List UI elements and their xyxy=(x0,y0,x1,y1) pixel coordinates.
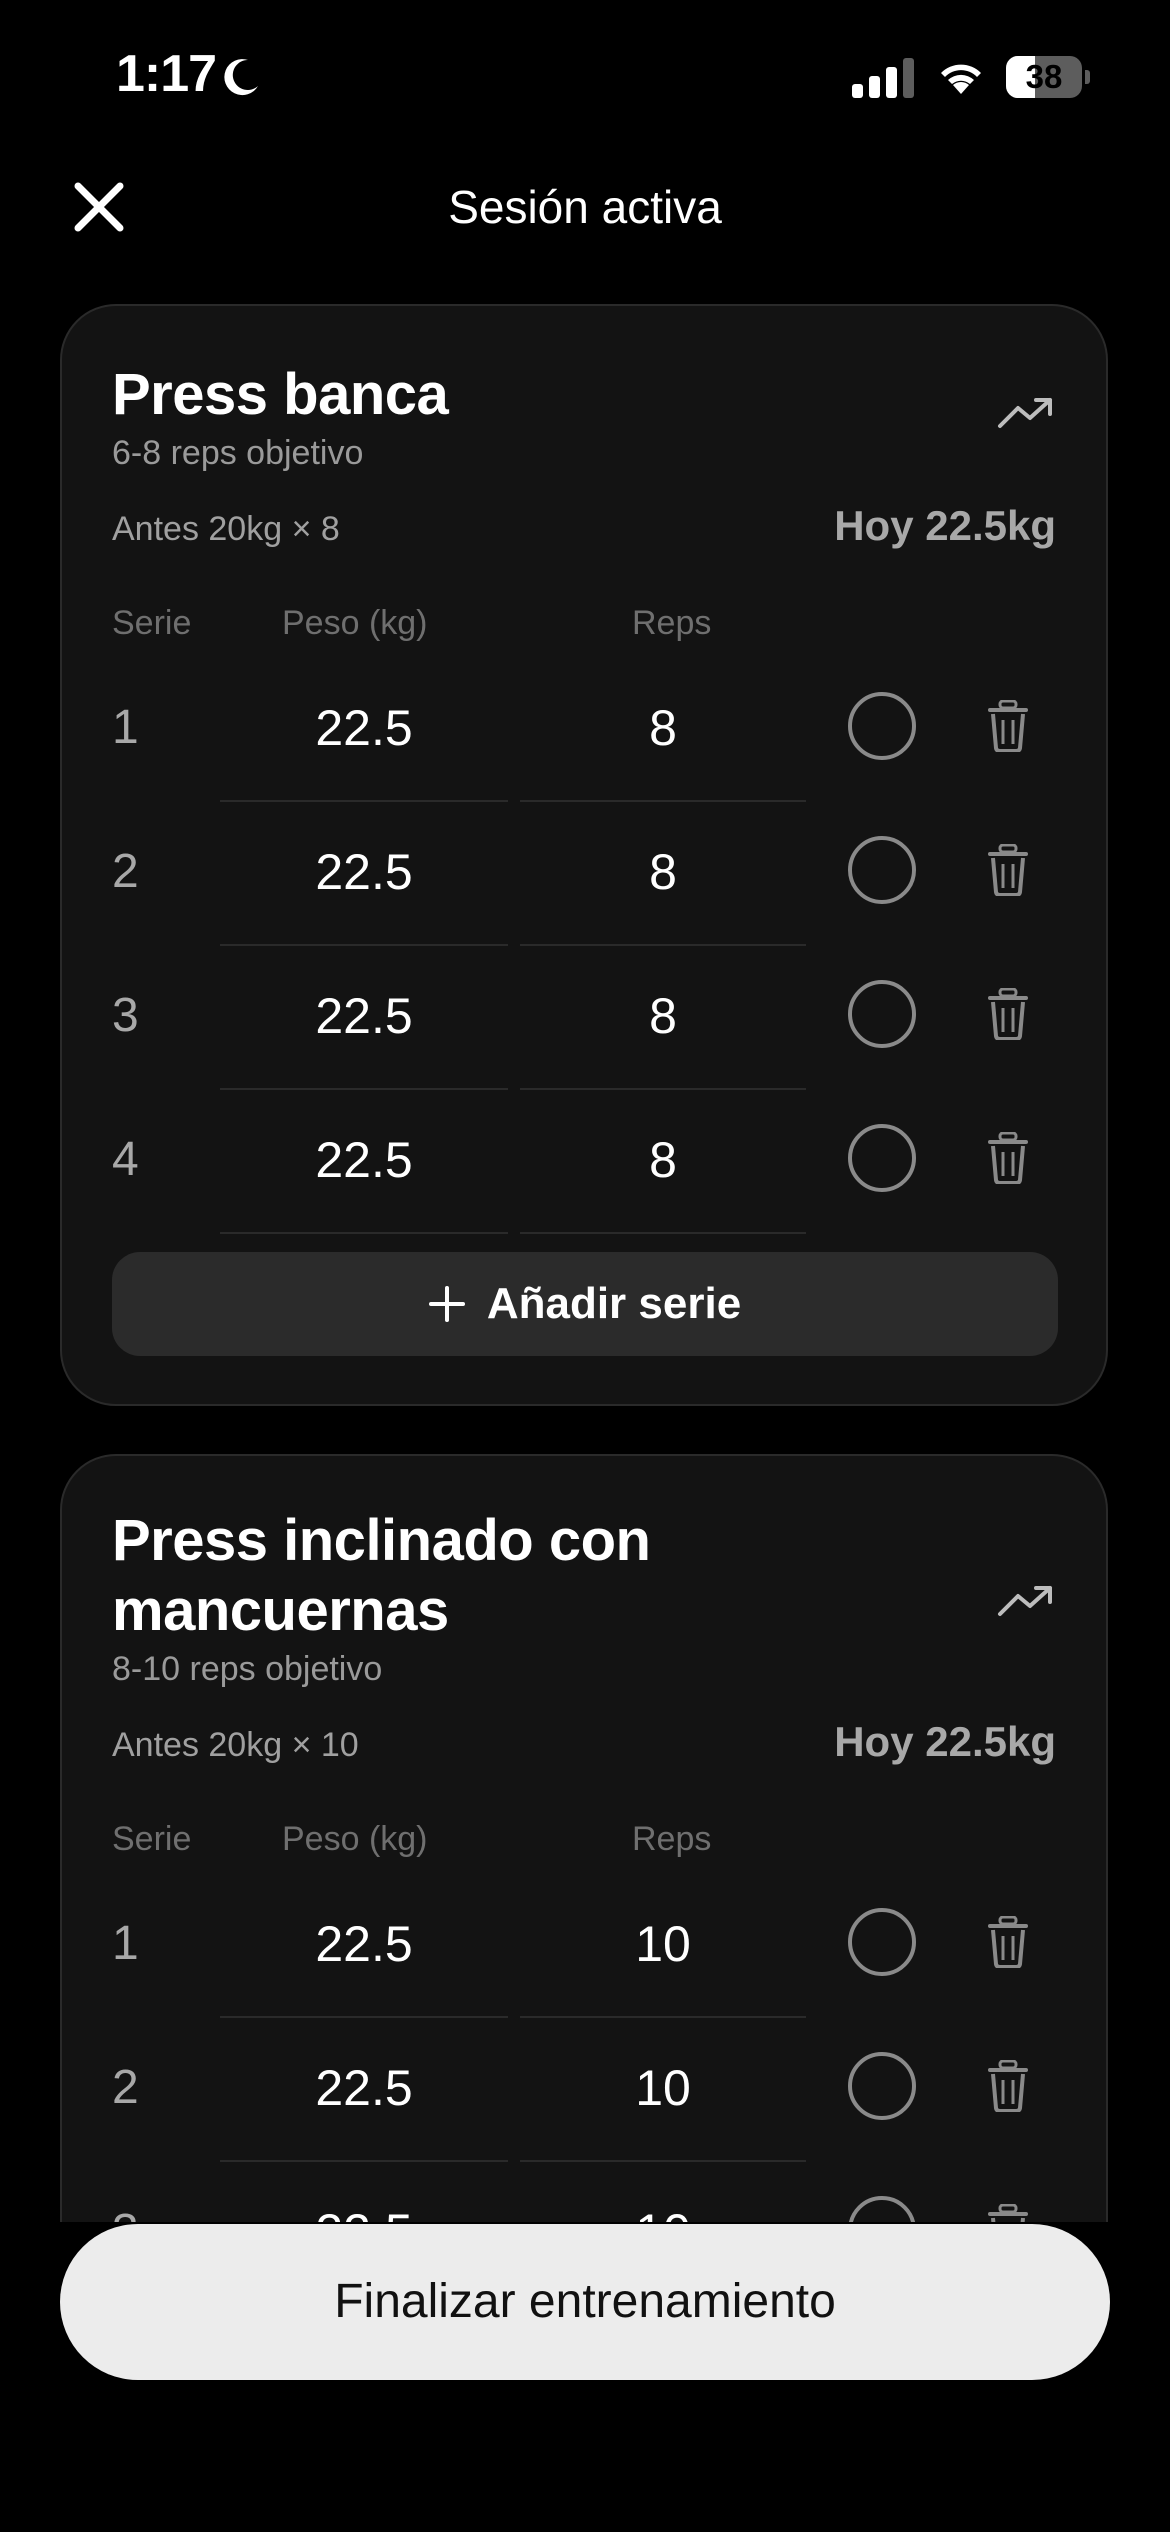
weight-input[interactable]: 22.5 xyxy=(220,658,508,802)
column-header-weight: Peso (kg) xyxy=(282,1820,428,1858)
weight-input[interactable]: 22.5 xyxy=(220,946,508,1090)
set-number: 4 xyxy=(112,1133,139,1186)
set-number: 1 xyxy=(112,1917,139,1970)
column-header-reps: Reps xyxy=(632,604,712,642)
weight-input[interactable]: 22.5 xyxy=(220,802,508,946)
plus-icon xyxy=(428,1286,465,1322)
weight-input[interactable]: 22.5 xyxy=(220,2018,508,2162)
status-bar: 1:17 38 xyxy=(0,0,1170,150)
reps-input[interactable]: 8 xyxy=(520,802,806,946)
set-row: 3 22.5 10 xyxy=(62,2162,1106,2222)
complete-set-checkbox[interactable] xyxy=(848,1124,916,1192)
nav-header: Sesión activa xyxy=(0,160,1170,250)
set-number: 3 xyxy=(112,2204,139,2222)
set-row: 3 22.5 8 xyxy=(62,946,1106,1090)
trash-icon[interactable] xyxy=(986,844,1030,896)
exercise-card: Press inclinado con mancuernas 8-10 reps… xyxy=(60,1454,1108,2222)
complete-set-checkbox[interactable] xyxy=(848,2196,916,2222)
finish-workout-button[interactable]: Finalizar entrenamiento xyxy=(60,2224,1110,2380)
page-title: Sesión activa xyxy=(448,181,722,233)
trash-icon[interactable] xyxy=(986,2060,1030,2112)
trending-up-icon[interactable] xyxy=(996,392,1056,432)
set-number: 2 xyxy=(112,2061,139,2114)
complete-set-checkbox[interactable] xyxy=(848,836,916,904)
today-weight: Hoy 22.5kg xyxy=(834,1718,1056,1765)
trash-icon[interactable] xyxy=(986,1132,1030,1184)
add-set-label: Añadir serie xyxy=(486,1279,742,1328)
set-number: 2 xyxy=(112,845,139,898)
trending-up-icon[interactable] xyxy=(996,1580,1056,1620)
complete-set-checkbox[interactable] xyxy=(848,1908,916,1976)
complete-set-checkbox[interactable] xyxy=(848,980,916,1048)
set-row: 2 22.5 8 xyxy=(62,802,1106,946)
reps-input[interactable]: 8 xyxy=(520,1090,806,1234)
reps-input[interactable]: 8 xyxy=(520,658,806,802)
weight-input[interactable]: 22.5 xyxy=(220,1874,508,2018)
reps-input[interactable]: 10 xyxy=(520,2018,806,2162)
cellular-signal-icon xyxy=(852,58,914,98)
exercise-title: Press inclinado con mancuernas xyxy=(112,1508,651,1643)
wifi-icon xyxy=(941,64,981,94)
battery-indicator: 38 xyxy=(1006,56,1090,98)
exercise-title: Press banca xyxy=(112,362,449,427)
reps-input[interactable]: 10 xyxy=(520,2162,806,2222)
set-number: 1 xyxy=(112,701,139,754)
column-header-reps: Reps xyxy=(632,1820,712,1858)
set-row: 1 22.5 10 xyxy=(62,1874,1106,2018)
column-header-weight: Peso (kg) xyxy=(282,604,428,642)
status-time: 1:17 xyxy=(116,45,217,103)
column-header-set: Serie xyxy=(112,1820,192,1858)
complete-set-checkbox[interactable] xyxy=(848,2052,916,2120)
trash-icon[interactable] xyxy=(986,988,1030,1040)
reps-input[interactable]: 10 xyxy=(520,1874,806,2018)
previous-performance: Antes 20kg × 8 xyxy=(112,510,340,548)
exercise-target: 8-10 reps objetivo xyxy=(112,1650,383,1688)
set-row: 4 22.5 8 xyxy=(62,1090,1106,1234)
battery-level-text: 38 xyxy=(1025,58,1063,95)
set-number: 3 xyxy=(112,989,139,1042)
weight-input[interactable]: 22.5 xyxy=(220,2162,508,2222)
weight-input[interactable]: 22.5 xyxy=(220,1090,508,1234)
add-set-button[interactable]: Añadir serie xyxy=(112,1252,1058,1356)
moon-icon xyxy=(224,59,258,96)
previous-performance: Antes 20kg × 10 xyxy=(112,1726,359,1764)
set-row: 1 22.5 8 xyxy=(62,658,1106,802)
trash-icon[interactable] xyxy=(986,2204,1030,2222)
trash-icon[interactable] xyxy=(986,1916,1030,1968)
exercise-card: Press banca 6-8 reps objetivo Antes 20kg… xyxy=(60,304,1108,1406)
trash-icon[interactable] xyxy=(986,700,1030,752)
exercise-target: 6-8 reps objetivo xyxy=(112,434,364,472)
set-row: 2 22.5 10 xyxy=(62,2018,1106,2162)
today-weight: Hoy 22.5kg xyxy=(834,502,1056,549)
column-header-set: Serie xyxy=(112,604,192,642)
complete-set-checkbox[interactable] xyxy=(848,692,916,760)
reps-input[interactable]: 8 xyxy=(520,946,806,1090)
exercise-list[interactable]: Press banca 6-8 reps objetivo Antes 20kg… xyxy=(0,300,1170,2222)
